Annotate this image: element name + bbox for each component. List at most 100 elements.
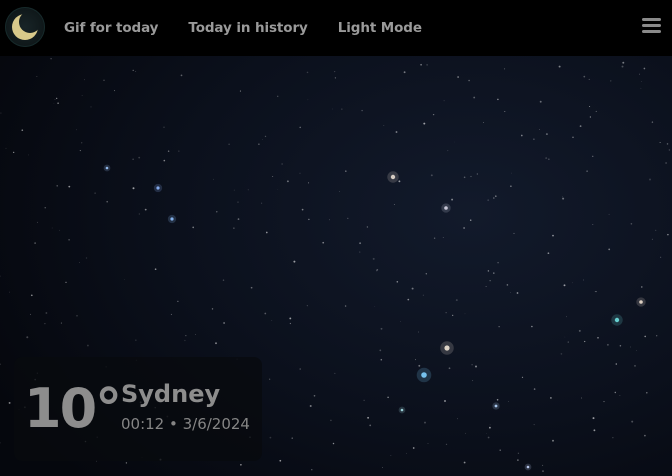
star	[542, 470, 544, 472]
star	[240, 463, 242, 466]
star	[329, 219, 331, 221]
star	[495, 195, 497, 197]
star	[656, 335, 658, 337]
star	[606, 343, 609, 346]
star	[448, 367, 451, 370]
nav-link-today-in-history[interactable]: Today in history	[188, 20, 307, 36]
star	[473, 96, 476, 99]
star	[90, 106, 92, 108]
star	[584, 340, 586, 343]
star	[403, 71, 406, 74]
star	[322, 241, 325, 244]
star	[301, 208, 304, 211]
star	[79, 150, 81, 152]
star	[167, 150, 170, 152]
star	[498, 326, 500, 328]
star	[592, 417, 595, 420]
star	[668, 149, 671, 151]
star	[81, 142, 83, 144]
star	[545, 133, 548, 136]
bright-star	[614, 317, 620, 323]
star	[470, 175, 472, 178]
star	[44, 322, 46, 325]
star	[552, 234, 554, 237]
star	[332, 442, 335, 445]
star	[271, 320, 273, 321]
star	[138, 156, 141, 159]
star	[9, 291, 10, 293]
star	[517, 452, 520, 454]
star	[651, 238, 653, 240]
star	[444, 400, 446, 402]
star	[521, 376, 524, 378]
nav-link-gif-for-today[interactable]: Gif for today	[64, 20, 158, 36]
star	[499, 449, 501, 451]
star	[132, 69, 134, 72]
star	[595, 291, 597, 293]
star	[643, 67, 646, 70]
star	[562, 196, 564, 198]
star	[286, 180, 289, 183]
star	[457, 76, 459, 78]
star	[222, 279, 225, 281]
star	[451, 198, 454, 201]
star	[407, 298, 410, 301]
star	[262, 139, 263, 140]
star	[68, 185, 71, 188]
star	[615, 363, 618, 365]
star	[659, 142, 661, 143]
star	[533, 388, 536, 390]
star	[132, 187, 135, 190]
star	[665, 162, 667, 164]
star	[487, 270, 490, 272]
star	[264, 135, 267, 138]
star	[398, 180, 401, 183]
star	[372, 257, 375, 260]
star	[423, 122, 426, 125]
star	[195, 334, 196, 335]
star	[579, 125, 582, 127]
star	[497, 98, 499, 101]
star	[289, 317, 292, 320]
star	[76, 129, 78, 131]
logo-button[interactable]	[5, 7, 45, 47]
star	[396, 281, 399, 283]
star	[237, 218, 240, 220]
star	[265, 231, 268, 234]
star	[359, 242, 362, 245]
star	[603, 401, 605, 403]
star	[640, 87, 642, 89]
star	[655, 229, 657, 232]
star	[223, 322, 226, 324]
star	[443, 100, 445, 102]
star	[406, 452, 408, 454]
star	[154, 268, 157, 271]
star	[510, 185, 512, 188]
star	[593, 429, 596, 432]
hamburger-menu-icon[interactable]	[642, 17, 662, 35]
star	[185, 335, 187, 337]
star	[308, 182, 310, 184]
star	[621, 65, 624, 68]
star	[215, 342, 217, 345]
star	[486, 433, 487, 434]
star	[583, 279, 584, 281]
hamburger-line	[642, 30, 661, 33]
star	[641, 286, 643, 288]
star	[589, 116, 592, 118]
star	[552, 439, 554, 442]
nav-link-light-mode[interactable]: Light Mode	[338, 20, 422, 36]
star	[138, 213, 140, 215]
star	[170, 313, 172, 315]
star	[666, 143, 669, 145]
star	[489, 280, 491, 282]
star	[85, 257, 88, 259]
star	[334, 71, 336, 73]
star	[306, 71, 309, 74]
star	[387, 396, 389, 399]
star	[65, 281, 67, 283]
star	[442, 237, 444, 238]
star	[34, 242, 36, 244]
star	[641, 81, 642, 82]
bright-star	[639, 300, 643, 304]
